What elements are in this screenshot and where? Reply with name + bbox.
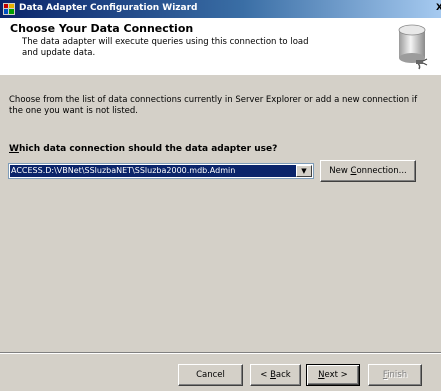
- cancel-button[interactable]: Cancel: [178, 364, 243, 386]
- app-icon: [3, 3, 15, 15]
- page-subtitle: The data adapter will execute queries us…: [22, 37, 309, 58]
- connection-select-value: ACCESS.D:\VBNet\SSluzbaNET\SSluzba2000.m…: [10, 165, 296, 177]
- window-title: Data Adapter Configuration Wizard: [19, 3, 198, 13]
- chevron-down-icon[interactable]: ▼: [296, 165, 312, 177]
- close-icon[interactable]: X: [436, 3, 441, 13]
- wizard-window: Data Adapter Configuration Wizard X Choo…: [0, 0, 441, 391]
- intro-text: Choose from the list of data connections…: [9, 95, 418, 116]
- header-divider: [0, 74, 441, 75]
- back-button[interactable]: < Back: [250, 364, 301, 386]
- title-bar[interactable]: Data Adapter Configuration Wizard X: [0, 0, 441, 18]
- next-button[interactable]: Next >: [306, 364, 360, 386]
- new-connection-button[interactable]: New Connection...: [320, 160, 416, 182]
- database-icon: [398, 24, 428, 70]
- connection-question-label: Which data connection should the data ad…: [9, 144, 278, 154]
- finish-button[interactable]: Finish: [368, 364, 422, 386]
- page-title: Choose Your Data Connection: [10, 22, 194, 35]
- wizard-header: Choose Your Data Connection The data ada…: [0, 18, 441, 75]
- connection-select[interactable]: ACCESS.D:\VBNet\SSluzbaNET\SSluzba2000.m…: [8, 163, 314, 179]
